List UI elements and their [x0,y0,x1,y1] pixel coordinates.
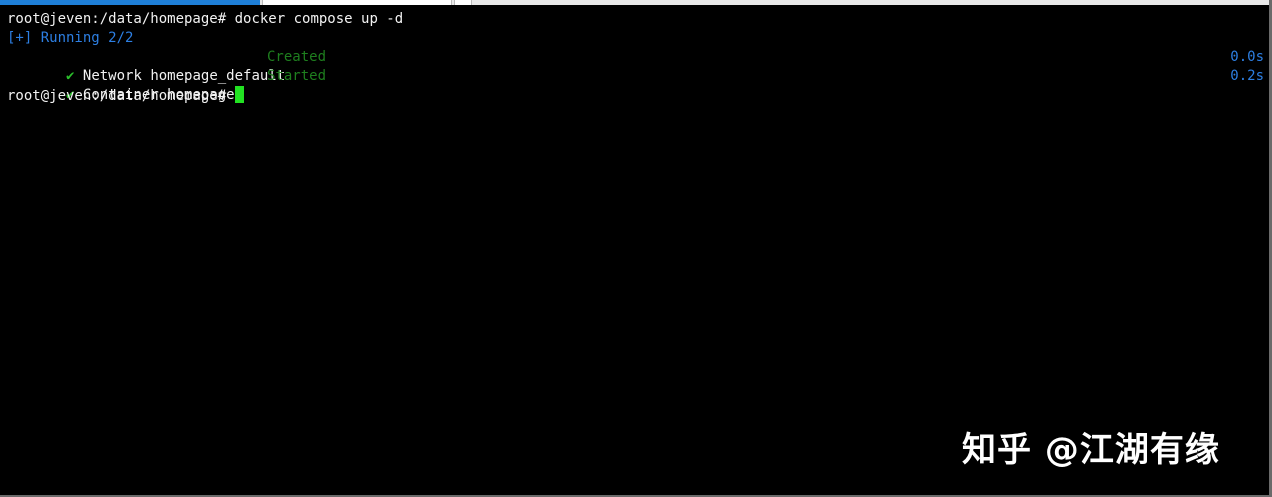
text-cursor [234,86,244,103]
shell-prompt: root@jeven:/data/homepage# [7,88,227,104]
terminal-window: root@jeven:/data/homepage# docker compos… [0,0,1272,497]
shell-prompt: root@jeven:/data/homepage# [7,11,227,27]
shell-command: docker compose up -d [226,11,404,27]
resource-status: Started [267,68,327,84]
progress-row-container: ✔ Container homepage [7,67,235,103]
command-line: root@jeven:/data/homepage# docker compos… [7,10,403,29]
zhihu-watermark: 知乎 @江湖有缘 [962,430,1220,470]
progress-row-network: ✔ Network homepage_default [7,48,1262,84]
running-status: [+] Running 2/2 [7,30,134,46]
resource-status: Created [267,49,327,65]
elapsed-time: 0.0s [1230,49,1264,65]
elapsed-time: 0.2s [1230,68,1264,84]
current-prompt-line[interactable]: root@jeven:/data/homepage# [7,86,244,105]
